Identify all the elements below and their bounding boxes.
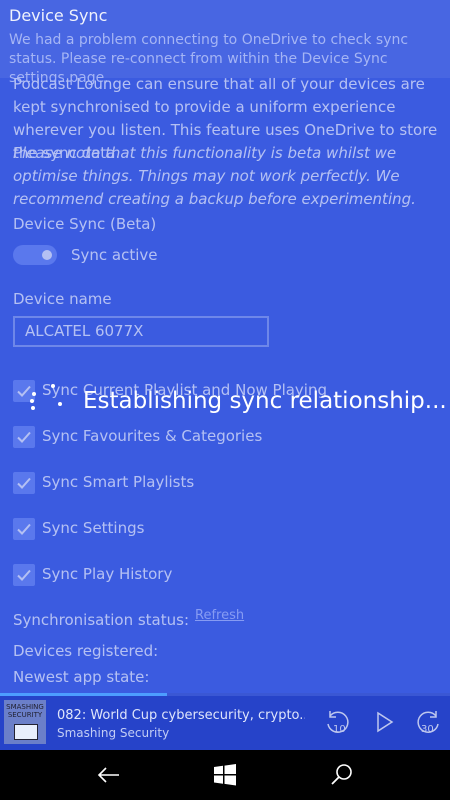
- sync-status-label: Synchronisation status:: [13, 611, 190, 629]
- app-window: Podcast Lounge can ensure that all of yo…: [0, 0, 450, 750]
- checkbox-checked-icon: [13, 564, 35, 586]
- search-button[interactable]: [328, 761, 356, 789]
- device-sync-settings: Podcast Lounge can ensure that all of yo…: [0, 0, 450, 695]
- checkbox-checked-icon: [13, 518, 35, 540]
- system-nav-bar: [0, 750, 450, 800]
- error-banner: Device Sync We had a problem connecting …: [0, 0, 450, 86]
- artwork-text: SMASHING SECURITY: [6, 703, 44, 719]
- start-button[interactable]: [211, 761, 239, 789]
- rewind-label: 10: [333, 724, 346, 735]
- rewind-10-button[interactable]: 10: [322, 706, 354, 738]
- checkbox-checked-icon: [13, 472, 35, 494]
- windows-logo-icon: [214, 764, 236, 786]
- device-name-input[interactable]: ALCATEL 6077X: [13, 316, 269, 347]
- sync-progress-message: Establishing sync relationship...: [83, 388, 447, 414]
- newest-app-state-label: Newest app state:: [13, 668, 150, 686]
- play-icon: [377, 711, 394, 733]
- checkbox-checked-icon: [13, 426, 35, 448]
- podcast-artwork[interactable]: SMASHING SECURITY: [4, 700, 46, 744]
- devices-registered-label: Devices registered:: [13, 642, 159, 660]
- sync-active-label: Sync active: [71, 246, 158, 264]
- device-name-label: Device name: [13, 290, 112, 308]
- episode-title: 082: World Cup cybersecurity, crypto...: [57, 708, 305, 723]
- podcast-name: Smashing Security: [57, 726, 170, 740]
- artwork-screen-icon: [14, 724, 38, 740]
- forward-label: 30: [421, 724, 434, 735]
- device-sync-label: Device Sync (Beta): [13, 215, 157, 233]
- checkbox-label: Sync Smart Playlists: [42, 473, 195, 491]
- search-icon: [331, 764, 352, 785]
- refresh-link[interactable]: Refresh: [195, 608, 244, 623]
- toggle-knob: [42, 250, 52, 260]
- banner-message: We had a problem connecting to OneDrive …: [9, 32, 409, 86]
- sync-active-toggle[interactable]: [13, 245, 57, 265]
- forward-30-button[interactable]: 30: [412, 706, 444, 738]
- checkbox-label: Sync Play History: [42, 565, 173, 583]
- play-button[interactable]: [368, 706, 400, 738]
- now-playing-bar[interactable]: SMASHING SECURITY 082: World Cup cyberse…: [0, 696, 450, 750]
- checkbox-label: Sync Favourites & Categories: [42, 427, 263, 445]
- back-button[interactable]: [95, 761, 123, 789]
- back-arrow-icon: [97, 767, 119, 783]
- loading-spinner-icon: [25, 381, 69, 425]
- banner-title: Device Sync: [9, 6, 108, 25]
- checkbox-label: Sync Settings: [42, 519, 145, 537]
- beta-note: Please note that this functionality is b…: [13, 144, 416, 208]
